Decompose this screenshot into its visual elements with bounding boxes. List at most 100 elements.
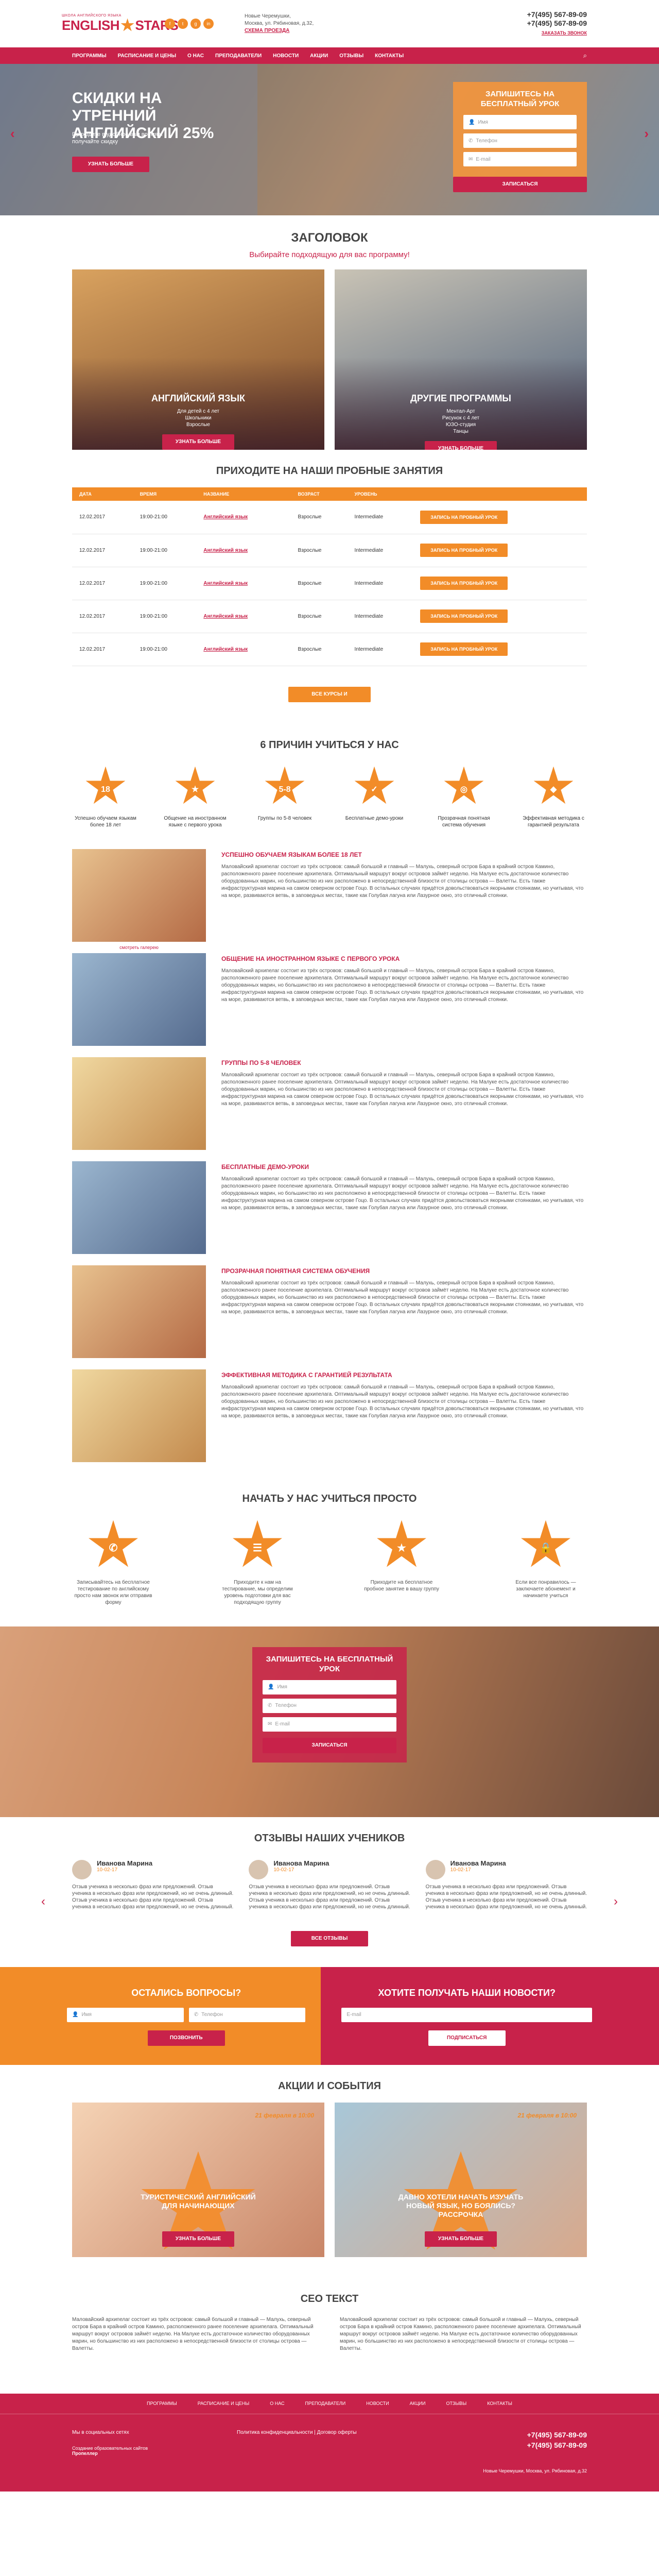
footer-nav-item[interactable]: Программы: [147, 2401, 177, 2406]
program-more-button[interactable]: Узнать больше: [162, 434, 234, 450]
footer-policy-links[interactable]: Политика конфиденциальности | Договор оф…: [237, 2430, 483, 2435]
feature-block: Общение на иностранном языке с первого у…: [72, 953, 587, 1046]
phone-input[interactable]: ✆ Телефон: [263, 1698, 396, 1713]
nav-programs[interactable]: Программы: [72, 53, 107, 59]
email-input[interactable]: ✉ E-mail: [263, 1717, 396, 1732]
nav-promos[interactable]: Акции: [310, 53, 328, 59]
logo-tagline: школа английского языка: [62, 14, 122, 18]
phone-1[interactable]: +7(495) 567-89-09: [527, 10, 587, 19]
footer-nav-item[interactable]: О нас: [270, 2401, 284, 2406]
footer-phone-1[interactable]: +7(495) 567-89-09: [483, 2430, 587, 2440]
trial-signup-button[interactable]: Запись на пробный урок: [420, 642, 508, 656]
event-more-button[interactable]: Узнать больше: [162, 2231, 234, 2247]
schedule-row: 12.02.2017 19:00-21:00 Английский язык Взро…: [72, 534, 587, 567]
cta-submit-button[interactable]: Записаться: [263, 1737, 396, 1753]
facebook-icon[interactable]: f: [165, 19, 175, 29]
phone-input[interactable]: ✆ Телефон: [188, 2007, 306, 2022]
trial-signup-button[interactable]: Запись на пробный урок: [420, 577, 508, 590]
program-line: Танцы: [453, 429, 469, 434]
cell-course[interactable]: Английский язык: [196, 567, 291, 600]
search-icon[interactable]: ⌕: [583, 52, 587, 60]
nav-contacts[interactable]: Контакты: [375, 53, 404, 59]
hero-prev-arrow-icon[interactable]: ‹: [10, 126, 15, 142]
event-more-button[interactable]: Узнать больше: [425, 2231, 497, 2247]
event-title: Туристический английский для начинающих: [141, 2192, 256, 2210]
email-input[interactable]: ✉ E-mail: [463, 152, 577, 166]
footer-nav-item[interactable]: Акции: [410, 2401, 426, 2406]
reviews-prev-icon[interactable]: ‹: [41, 1894, 45, 1909]
nav-news[interactable]: Новости: [273, 53, 299, 59]
map-link[interactable]: Схема проезда: [245, 28, 289, 33]
footer-nav-item[interactable]: Новости: [366, 2401, 389, 2406]
cell-date: 12.02.2017: [72, 567, 133, 600]
hero-next-arrow-icon[interactable]: ›: [644, 126, 649, 142]
program-more-button[interactable]: Узнать больше: [425, 441, 497, 450]
schedule-row: 12.02.2017 19:00-21:00 Английский язык Взро…: [72, 501, 587, 534]
reason-text: Группы по 5-8 человек: [257, 815, 312, 821]
reviews-next-icon[interactable]: ›: [614, 1894, 618, 1909]
footer-nav-item[interactable]: Расписание и цены: [198, 2401, 250, 2406]
reason-item: ◆ Эффективная методика с гарантией резуль…: [520, 766, 587, 828]
cell-level: Intermediate: [347, 501, 413, 534]
cell-action: Запись на пробный урок: [413, 567, 587, 600]
logo[interactable]: школа английского языка ENGLISH ★ STARS: [62, 14, 179, 33]
name-input[interactable]: 👤 Имя: [263, 1680, 396, 1694]
program-card-other[interactable]: Другие программы Ментал-Арт Рисунок с 4 …: [335, 269, 587, 450]
footer-nav-item[interactable]: Преподаватели: [305, 2401, 346, 2406]
gallery-link[interactable]: смотреть галерею: [72, 945, 206, 950]
cell-course[interactable]: Английский язык: [196, 633, 291, 666]
name-input[interactable]: 👤 Имя: [463, 115, 577, 129]
cell-course[interactable]: Английский язык: [196, 600, 291, 633]
cell-date: 12.02.2017: [72, 633, 133, 666]
footer-credit-brand[interactable]: Пропеллер: [72, 2451, 237, 2456]
footer-phone-2[interactable]: +7(495) 567-89-09: [483, 2440, 587, 2450]
name-input[interactable]: 👤 Имя: [67, 2007, 184, 2022]
event-card[interactable]: 21 февраля в 10:00 Туристический английск…: [72, 2102, 324, 2257]
twitter-icon[interactable]: t: [178, 19, 188, 29]
cell-course[interactable]: Английский язык: [196, 534, 291, 567]
all-courses-button[interactable]: Все курсы и программы: [288, 686, 371, 713]
reason-item: 18 Успешно обучаем языкам более 18 лет: [72, 766, 139, 828]
phone-2[interactable]: +7(495) 567-89-09: [527, 19, 587, 28]
questions-title: Остались вопросы?: [131, 1987, 241, 1998]
cell-action: Запись на пробный урок: [413, 501, 587, 534]
phone-input[interactable]: ✆ Телефон: [463, 133, 577, 148]
email-input[interactable]: E-mail: [341, 2007, 592, 2022]
program-line: Ментал-Арт: [446, 409, 475, 414]
schedule-row: 12.02.2017 19:00-21:00 Английский язык Взро…: [72, 567, 587, 600]
callback-link[interactable]: заказать звонок: [542, 30, 587, 36]
nav-schedule[interactable]: Расписание и цены: [118, 53, 176, 59]
nav-teachers[interactable]: Преподаватели: [215, 53, 262, 59]
instagram-icon[interactable]: in: [203, 19, 214, 29]
cell-course[interactable]: Английский язык: [196, 501, 291, 534]
hero-more-button[interactable]: Узнать больше: [72, 157, 149, 172]
program-card-english[interactable]: Английский язык Для детей с 4 лет Школьн…: [72, 269, 324, 450]
doc-icon: ☰: [233, 1520, 282, 1567]
all-reviews-button[interactable]: Все отзывы: [291, 1930, 368, 1946]
footer-nav-item[interactable]: Контакты: [487, 2401, 512, 2406]
cell-action: Запись на пробный урок: [413, 600, 587, 633]
trial-signup-button[interactable]: Запись на пробный урок: [420, 609, 508, 623]
questions-block: Остались вопросы? 👤 Имя ✆ Телефон Позвонит…: [0, 1967, 321, 2065]
google-icon[interactable]: g: [190, 19, 201, 29]
subscribe-button[interactable]: Подписаться: [428, 2030, 506, 2046]
phones: +7(495) 567-89-09 +7(495) 567-89-09 зака…: [527, 10, 587, 38]
feature-image: [72, 1369, 206, 1462]
nav-about[interactable]: О нас: [187, 53, 204, 59]
call-button[interactable]: Позвонить: [147, 2030, 225, 2046]
feature-title: Общение на иностранном языке с первого у…: [221, 955, 400, 962]
phone-placeholder: Телефон: [476, 138, 497, 144]
trial-signup-button[interactable]: Запись на пробный урок: [420, 544, 508, 557]
lock-icon: 🔒: [521, 1520, 570, 1567]
cell-time: 19:00-21:00: [132, 633, 197, 666]
feature-title: Успешно обучаем языкам более 18 лет: [221, 851, 362, 858]
event-card[interactable]: 21 февраля в 10:00 Давно хотели начать из…: [335, 2102, 587, 2257]
seo-text-2: Маловайский архипелаг состоит из трёх ос…: [340, 2316, 581, 2351]
reason-star-icon: ✓: [354, 766, 394, 804]
footer-nav-item[interactable]: Отзывы: [446, 2401, 466, 2406]
trial-signup-button[interactable]: Запись на пробный урок: [420, 510, 508, 524]
lead-submit-button[interactable]: Записаться: [453, 177, 587, 192]
nav-reviews[interactable]: Отзывы: [339, 53, 363, 59]
phone-placeholder: Телефон: [275, 1703, 297, 1708]
step-item: ✆ Записывайтесь на бесплатное тестировани…: [72, 1520, 154, 1606]
